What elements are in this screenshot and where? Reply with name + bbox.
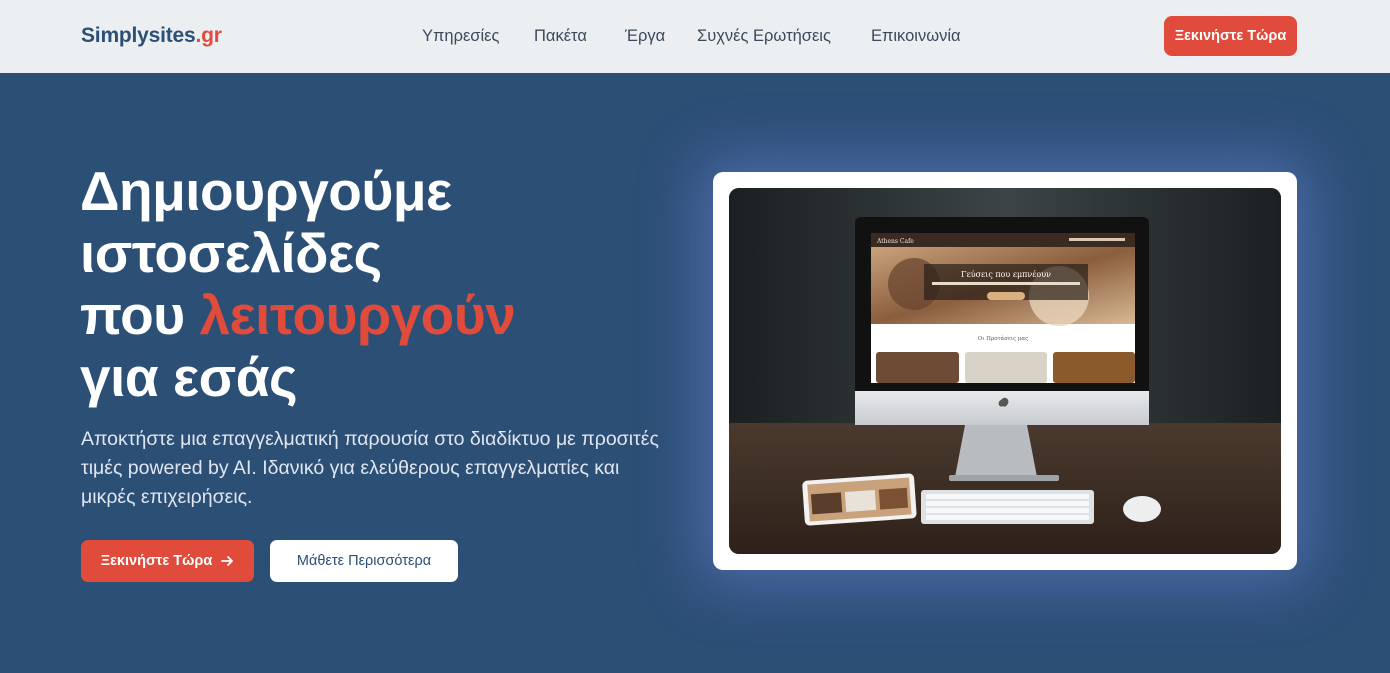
hero-title: Δημιουργούμε ιστοσελίδες που λειτουργούν… [80,160,640,408]
screen-site-title: Athens Cafe [876,238,914,245]
nav-projects[interactable]: Έργα [625,27,665,46]
hero-title-line1: Δημιουργούμε [80,160,452,222]
logo-tld: .gr [195,24,222,47]
hero-subtitle: Αποκτήστε μια επαγγελματική παρουσία στο… [81,428,659,508]
hero-title-line3: που [80,284,200,346]
learn-more-button[interactable]: Μάθετε Περισσότερα [270,540,458,582]
hero-title-accent: λειτουργούν [199,284,516,346]
get-started-button[interactable]: Ξεκινήστε Τώρα [81,540,254,582]
logo[interactable]: Simplysites.gr [81,24,222,48]
hero-image: Athens Cafe Γεύσεις που εμπνέουν Οι Προτ… [729,188,1281,554]
get-started-label: Ξεκινήστε Τώρα [100,553,213,569]
nav-contact[interactable]: Επικοινωνία [871,27,961,46]
screen-headline: Γεύσεις που εμπνέουν [961,270,1051,279]
nav-faq[interactable]: Συχνές Ερωτήσεις [697,27,831,46]
nav-services[interactable]: Υπηρεσίες [422,27,499,46]
screen-section-title: Οι Προτάσεις μας [978,335,1028,342]
header-cta-button[interactable]: Ξεκινήστε Τώρα [1164,16,1297,56]
site-header: Simplysites.gr Υπηρεσίες Πακέτα Έργα Συχ… [0,0,1390,73]
hero-title-line4: για εσάς [80,346,298,408]
nav-packages[interactable]: Πακέτα [534,27,587,46]
hero-title-line2: ιστοσελίδες [80,222,382,284]
logo-main: Simplysites [81,24,196,47]
arrow-right-icon [220,554,234,568]
